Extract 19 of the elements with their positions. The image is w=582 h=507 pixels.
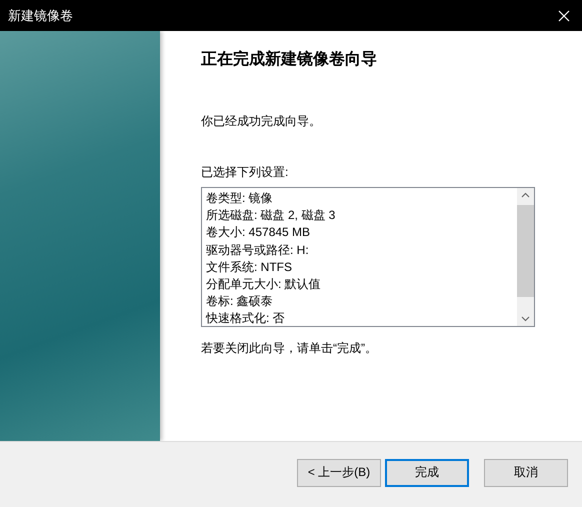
settings-item: 驱动器号或路径: H: — [206, 242, 310, 259]
wizard-heading: 正在完成新建镜像卷向导 — [201, 49, 378, 70]
settings-item: 卷标: 鑫硕泰 — [206, 293, 274, 310]
wizard-button[interactable]: 取消 — [484, 458, 568, 486]
wizard-button[interactable]: < 上一步(B) — [297, 458, 381, 486]
settings-list[interactable]: 卷类型: 镜像 所选磁盘: 磁盘 2, 磁盘 3 卷大小: 457845 MB 驱动器号或路径: H: 文件系统: NTFS 分配单元大小: 默认值 卷标: 鑫硕泰 快速格式化: 否 — [201, 187, 535, 327]
window-title: 新建镜像卷 — [8, 6, 73, 24]
wizard-button[interactable]: 完成 — [385, 458, 469, 486]
settings-item: 快速格式化: 否 — [206, 310, 286, 328]
settings-item: 分配单元大小: 默认值 — [206, 276, 322, 293]
settings-label: 已选择下列设置: — [201, 164, 290, 181]
close-icon[interactable] — [558, 10, 570, 22]
settings-item: 文件系统: NTFS — [206, 258, 293, 276]
settings-item: 卷类型: 镜像 — [206, 190, 274, 207]
scrollbar-drawing[interactable] — [517, 188, 534, 326]
closing-hint: 若要关闭此向导，请单击“完成”。 — [201, 340, 378, 357]
settings-item: 卷大小: 457845 MB — [206, 224, 312, 242]
settings-item: 所选磁盘: 磁盘 2, 磁盘 3 — [206, 207, 336, 224]
message-text: 你已经成功完成向导。 — [201, 113, 322, 130]
